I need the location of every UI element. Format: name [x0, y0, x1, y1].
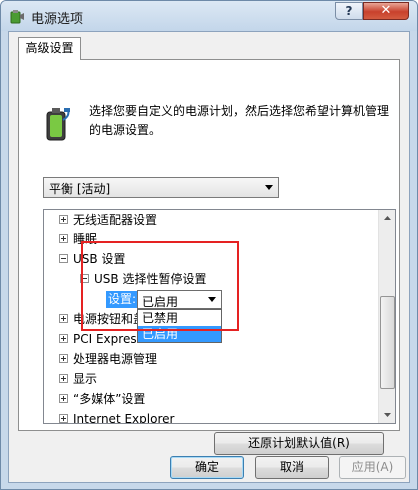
scroll-down-icon[interactable]	[380, 406, 395, 423]
expand-icon[interactable]	[59, 414, 68, 423]
window-title: 电源选项	[31, 12, 84, 27]
tree-item-label: 无线适配器设置	[73, 213, 158, 227]
settings-tree: 无线适配器设置 睡眠 USB 设置 USB 选择性暂停设置 设置: 已启用 已禁…	[43, 209, 396, 424]
dialog-client-area: 高级设置 选择您要自定义的电源计划，然后选择您希望计算机管理的电源设置。 平衡 …	[8, 31, 410, 483]
help-button[interactable]: ?	[335, 2, 363, 20]
power-plan-select[interactable]: 平衡 [活动]	[43, 177, 279, 198]
setting-dropdown-list: 已禁用 已启用	[137, 309, 222, 343]
expand-icon[interactable]	[59, 394, 68, 403]
setting-value-select[interactable]: 已启用	[137, 290, 222, 309]
expand-icon[interactable]	[59, 314, 68, 323]
tree-item-label: 显示	[73, 372, 98, 386]
expand-icon[interactable]	[59, 215, 68, 224]
advanced-settings-panel: 选择您要自定义的电源计划，然后选择您希望计算机管理的电源设置。 平衡 [活动] …	[18, 59, 400, 455]
expand-icon[interactable]	[59, 354, 68, 363]
scroll-up-icon[interactable]	[380, 210, 395, 227]
tab-advanced-settings[interactable]: 高级设置	[18, 37, 81, 60]
battery-power-icon	[43, 106, 71, 142]
title-bar: 电源选项 ? ✕	[1, 1, 417, 31]
tree-item-label: “多媒体”设置	[73, 392, 146, 406]
power-options-window: 电源选项 ? ✕ 高级设置 选择您要自定义的电源计划，然后选择您希望计算机管理的…	[0, 0, 418, 490]
expand-icon[interactable]	[59, 334, 68, 343]
expand-icon[interactable]	[59, 234, 68, 243]
option-disabled[interactable]: 已禁用	[138, 310, 221, 326]
tree-item-label: PCI Express	[73, 332, 143, 346]
tree-item-label: 处理器电源管理	[73, 352, 158, 366]
tree-item-label: USB 选择性暂停设置	[94, 272, 207, 286]
description-text: 选择您要自定义的电源计划，然后选择您希望计算机管理的电源设置。	[89, 104, 390, 137]
expand-icon[interactable]	[59, 374, 68, 383]
chevron-down-icon	[208, 297, 216, 302]
tree-item-label: Internet Explorer	[73, 412, 175, 424]
cancel-button[interactable]: 取消	[255, 456, 329, 479]
power-options-icon	[9, 8, 25, 24]
power-plan-value: 平衡 [活动]	[49, 182, 111, 196]
apply-button: 应用(A)	[339, 456, 406, 479]
collapse-icon[interactable]	[80, 274, 89, 283]
restore-defaults-button[interactable]: 还原计划默认值(R)	[214, 432, 384, 455]
option-enabled[interactable]: 已启用	[138, 326, 221, 342]
tree-item-label: 电源按钮和盖	[73, 312, 146, 326]
ok-button[interactable]: 确定	[170, 456, 244, 479]
tree-item-label: 睡眠	[73, 232, 98, 246]
scroll-thumb[interactable]	[380, 296, 395, 389]
collapse-icon[interactable]	[59, 254, 68, 263]
vertical-scrollbar[interactable]	[378, 210, 395, 423]
chevron-down-icon	[265, 185, 273, 190]
setting-value: 已启用	[142, 295, 179, 309]
tree-item-label: USB 设置	[73, 252, 126, 266]
close-button[interactable]: ✕	[363, 2, 409, 20]
setting-label: 设置:	[106, 291, 139, 308]
